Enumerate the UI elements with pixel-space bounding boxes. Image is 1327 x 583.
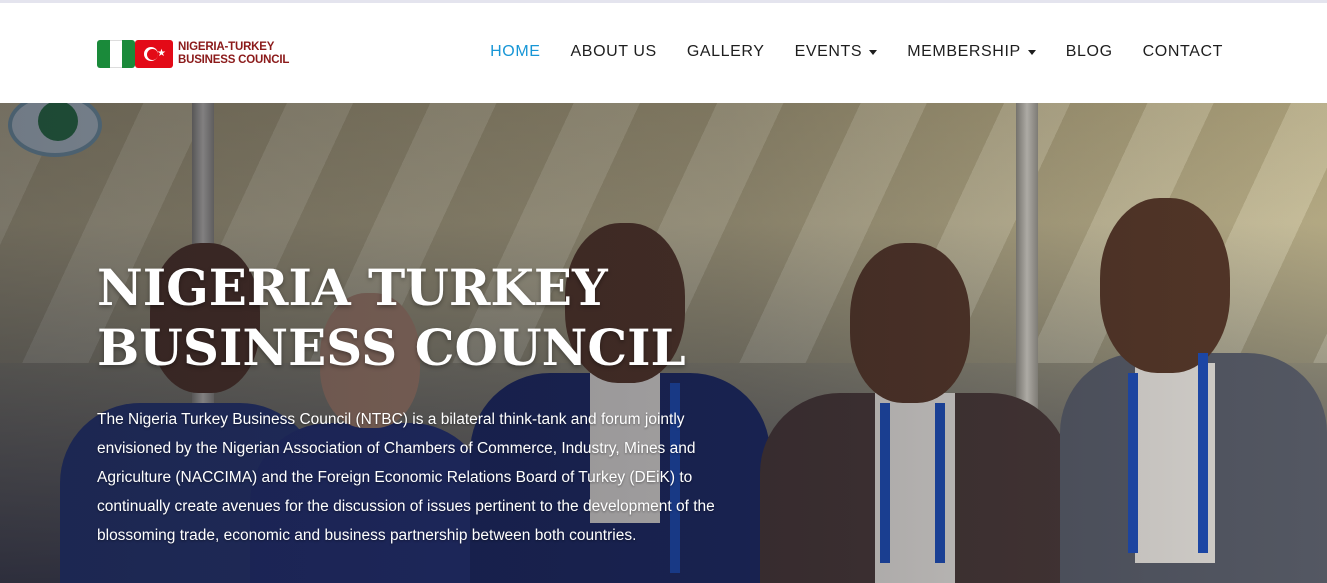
nav-blog[interactable]: BLOG [1066, 43, 1113, 61]
nav-membership[interactable]: MEMBERSHIP [907, 43, 1036, 61]
hero-description-line: The Nigeria Turkey Business Council (NTB… [97, 411, 685, 428]
caret-down-icon [869, 50, 878, 55]
turkey-flag-icon: ★ [135, 40, 173, 68]
hero-description-line: envisioned by the Nigerian Association o… [97, 440, 696, 457]
nav-home[interactable]: HOME [490, 43, 540, 61]
nav-home-label: HOME [490, 43, 541, 60]
caret-down-icon [1027, 50, 1036, 55]
nav-contact-label: CONTACT [1142, 43, 1223, 60]
nav-gallery[interactable]: GALLERY [687, 43, 765, 61]
site-logo[interactable]: ★ NIGERIA-TURKEY BUSINESS COUNCIL [97, 39, 289, 69]
nav-about-us[interactable]: ABOUT US [571, 43, 657, 61]
nav-membership-label: MEMBERSHIP [907, 43, 1021, 60]
hero-description-line: blossoming trade, economic and business … [97, 527, 637, 544]
brand-name-line2: BUSINESS COUNCIL [178, 54, 290, 66]
nav-events[interactable]: EVENTS [795, 43, 878, 61]
nav-gallery-label: GALLERY [686, 43, 765, 60]
nav-about-us-label: ABOUT US [570, 43, 657, 60]
nav-blog-label: BLOG [1065, 43, 1113, 60]
brand-name: NIGERIA-TURKEY BUSINESS COUNCIL [178, 41, 289, 67]
hero-title-line2: BUSINESS COUNCIL [97, 318, 686, 377]
hero-description-line: continually create avenues for the discu… [97, 498, 715, 515]
hero-title: NIGERIA TURKEY BUSINESS COUNCIL [97, 258, 797, 378]
main-nav: HOME ABOUT US GALLERY EVENTS MEMBERSHIP … [490, 43, 1223, 61]
nigeria-flag-icon [97, 40, 135, 68]
site-header: ★ NIGERIA-TURKEY BUSINESS COUNCIL HOME A… [0, 3, 1327, 103]
hero-banner: NIGERIA TURKEY BUSINESS COUNCIL The Nige… [0, 103, 1327, 583]
brand-name-line1: NIGERIA-TURKEY [178, 41, 275, 53]
nav-events-label: EVENTS [794, 43, 863, 60]
nav-contact[interactable]: CONTACT [1143, 43, 1223, 61]
hero-title-line1: NIGERIA TURKEY [97, 258, 608, 317]
hero-description: The Nigeria Turkey Business Council (NTB… [97, 405, 777, 550]
hero-description-line: Agriculture (NACCIMA) and the Foreign Ec… [97, 469, 693, 486]
